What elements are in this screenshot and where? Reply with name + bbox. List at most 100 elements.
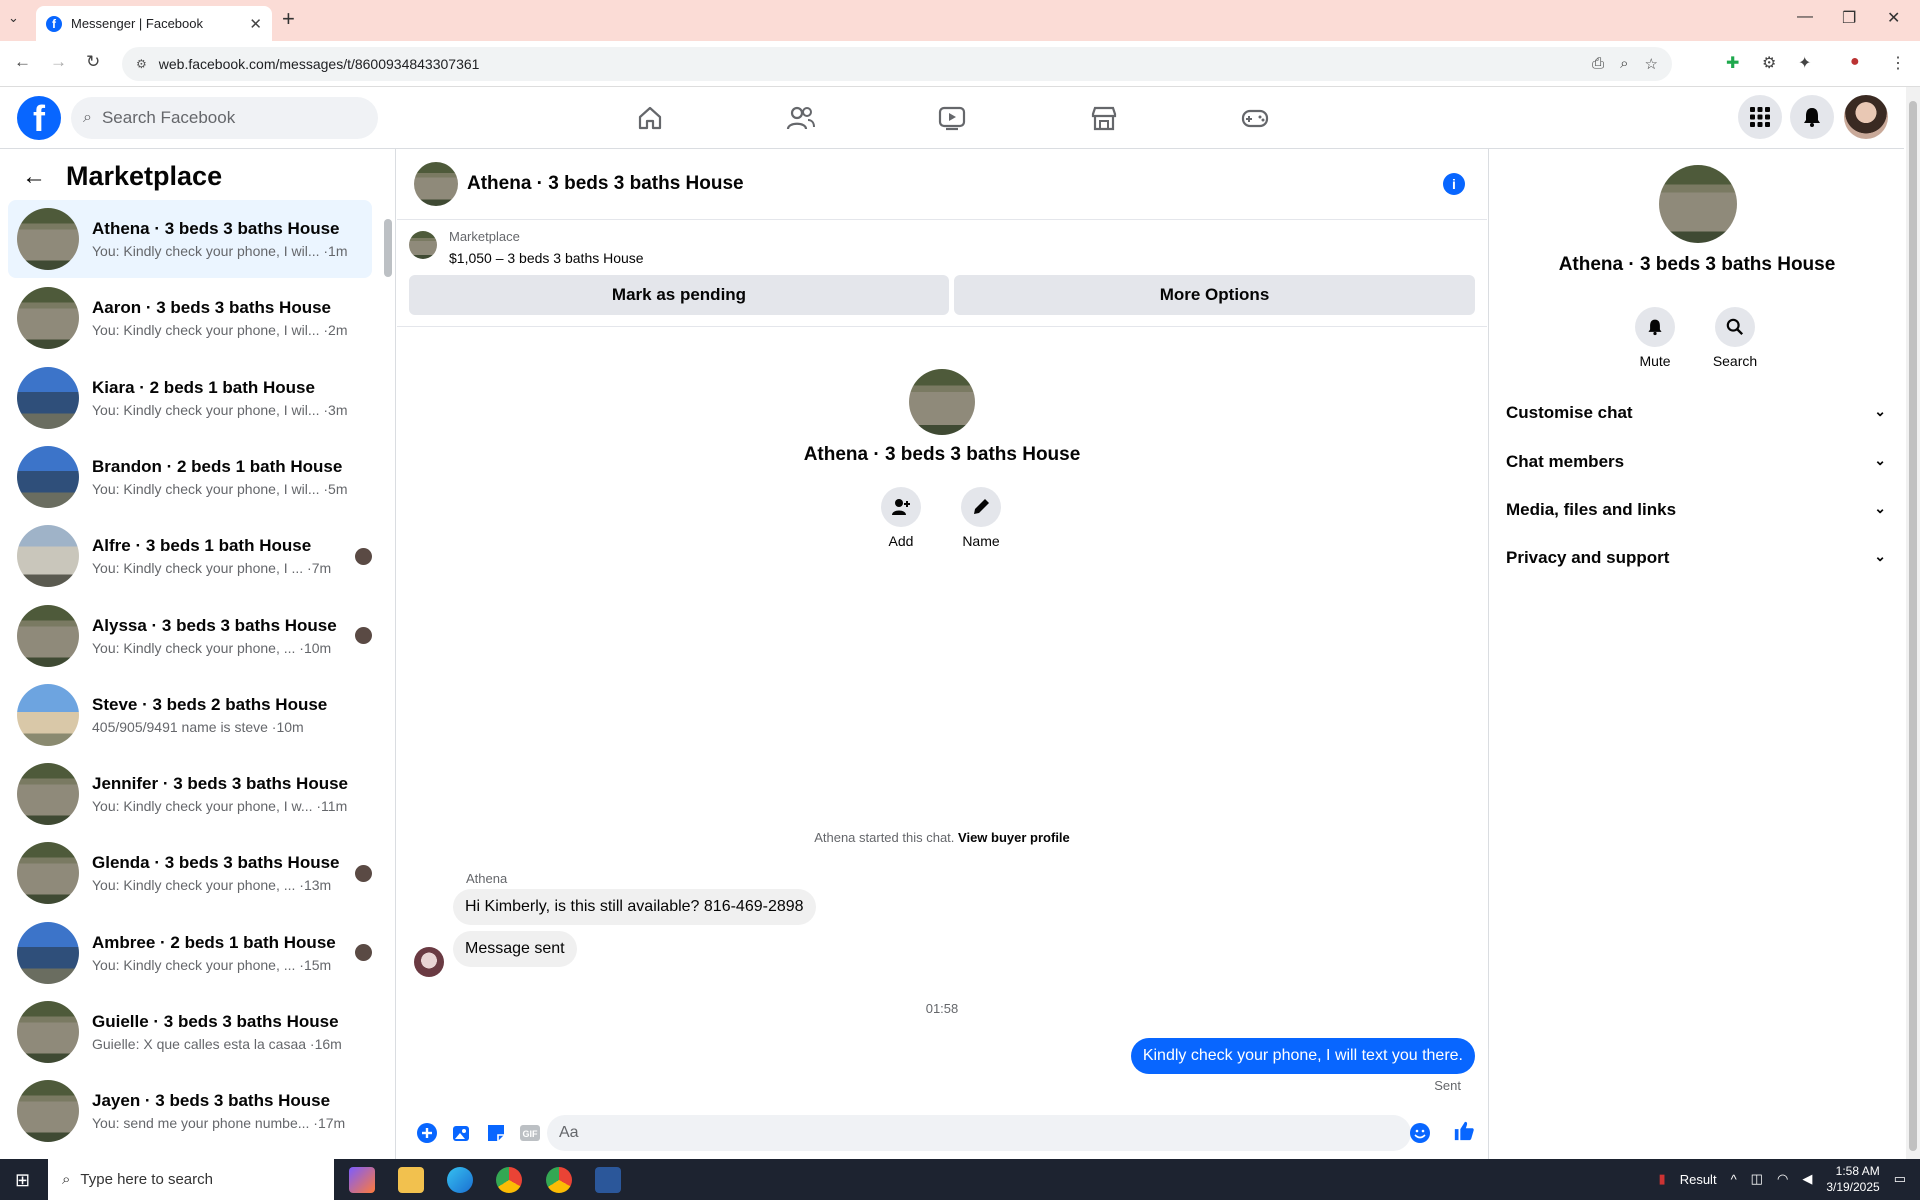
chrome-icon[interactable] — [496, 1167, 522, 1193]
incoming-message[interactable]: Message sent — [453, 931, 577, 967]
chat-avatar[interactable] — [414, 162, 458, 206]
conversation-preview: You: Kindly check your phone, ... ·13m — [92, 877, 332, 894]
conversation-item[interactable]: Glenda · 3 beds 3 baths House You: Kindly… — [8, 834, 372, 912]
thumbs-up-icon[interactable] — [1453, 1120, 1475, 1142]
install-app-icon[interactable]: ⎙ — [1592, 55, 1604, 73]
notifications-bell-icon[interactable] — [1790, 95, 1834, 139]
zoom-icon[interactable]: ⌕ — [1620, 55, 1628, 73]
mark-as-pending-button[interactable]: Mark as pending — [409, 275, 949, 315]
more-actions-plus-icon[interactable] — [416, 1122, 438, 1144]
media-files-links-section[interactable]: Media, files and links ⌄ — [1506, 500, 1886, 520]
gaming-icon[interactable] — [1238, 101, 1272, 135]
conversation-item[interactable]: Aaron · 3 beds 3 baths House You: Kindly … — [8, 279, 372, 357]
page-scrollbar-thumb[interactable] — [1909, 101, 1917, 1151]
back-icon[interactable]: ← — [14, 52, 31, 72]
close-tab-icon[interactable]: ✕ — [249, 15, 262, 33]
conversation-item[interactable]: Alfre · 3 beds 1 bath House You: Kindly c… — [8, 517, 372, 595]
browser-tab[interactable]: f Messenger | Facebook ✕ — [36, 6, 272, 41]
message-input[interactable]: Aa — [547, 1115, 1411, 1151]
outgoing-message[interactable]: Kindly check your phone, I will text you… — [1130, 1038, 1475, 1074]
conversation-item[interactable]: Steve · 3 beds 2 baths House 405/905/9491… — [8, 676, 372, 754]
emoji-icon[interactable] — [1409, 1122, 1431, 1144]
windows-start-icon[interactable]: ⊞ — [15, 1170, 30, 1191]
attach-photo-icon[interactable] — [451, 1122, 473, 1144]
result-label[interactable]: Result — [1680, 1172, 1717, 1187]
privacy-support-section[interactable]: Privacy and support ⌄ — [1506, 548, 1886, 568]
copilot-icon[interactable] — [349, 1167, 375, 1193]
sidebar-title: Marketplace — [66, 161, 223, 191]
chat-members-section[interactable]: Chat members ⌄ — [1506, 452, 1886, 472]
details-avatar[interactable] — [1659, 165, 1737, 243]
extension-icon[interactable]: ⚙ — [1762, 53, 1776, 73]
conversation-item[interactable]: Jennifer · 3 beds 3 baths House You: Kind… — [8, 755, 372, 833]
facebook-logo-icon[interactable]: f — [17, 96, 61, 140]
chat-title[interactable]: Athena · 3 beds 3 baths House — [467, 173, 744, 195]
view-buyer-profile-link[interactable]: View buyer profile — [958, 830, 1070, 845]
tab-search-icon[interactable]: ⌄ — [8, 10, 19, 26]
chat-details-panel: Athena · 3 beds 3 baths House Mute Searc… — [1488, 149, 1904, 1159]
incoming-message[interactable]: Hi Kimberly, is this still available? 81… — [453, 889, 816, 925]
sticker-icon[interactable] — [485, 1122, 507, 1144]
tray-chevron-icon[interactable]: ^ — [1731, 1172, 1737, 1187]
home-icon[interactable] — [633, 101, 667, 135]
bookmark-star-icon[interactable]: ☆ — [1645, 55, 1658, 73]
file-explorer-icon[interactable] — [398, 1167, 424, 1193]
conversation-item[interactable]: Ambree · 2 beds 1 bath House You: Kindly … — [8, 914, 372, 992]
conversation-item[interactable]: Brandon · 2 beds 1 bath House You: Kindly… — [8, 438, 372, 516]
address-bar[interactable]: ⚙ web.facebook.com/messages/t/8600934843… — [122, 47, 1672, 81]
chrome-active-icon[interactable] — [546, 1167, 572, 1193]
conversation-preview: Guielle: X que calles esta la casaa ·16m — [92, 1036, 342, 1052]
new-tab-icon[interactable]: + — [282, 6, 295, 32]
minimize-icon[interactable]: — — [1797, 8, 1813, 26]
name-label: Name — [962, 533, 1000, 549]
clock[interactable]: 1:58 AM 3/19/2025 — [1826, 1163, 1879, 1195]
extensions-puzzle-icon[interactable]: ✦ — [1798, 53, 1811, 73]
gif-icon[interactable]: GIF — [519, 1122, 541, 1144]
mute-action[interactable]: Mute — [1620, 307, 1690, 369]
taskbar-search[interactable]: ⌕ Type here to search — [48, 1159, 334, 1200]
listing-title[interactable]: $1,050 – 3 beds 3 baths House — [449, 250, 644, 266]
listing-thumbnail[interactable] — [409, 231, 437, 259]
conversation-item[interactable]: Athena · 3 beds 3 baths House You: Kindly… — [8, 200, 372, 278]
search-action[interactable]: Search — [1700, 307, 1770, 369]
more-options-button[interactable]: More Options — [954, 275, 1475, 315]
extension-plus-icon[interactable]: ✚ — [1726, 53, 1739, 73]
conversation-item[interactable]: Guielle · 3 beds 3 baths House Guielle: X… — [8, 993, 372, 1071]
marketplace-icon[interactable] — [1087, 101, 1121, 135]
info-icon[interactable]: i — [1443, 173, 1465, 195]
back-arrow-icon[interactable]: ← — [22, 163, 46, 191]
friends-icon[interactable] — [784, 101, 818, 135]
account-avatar[interactable] — [1844, 95, 1888, 139]
conversation-item[interactable]: Jayen · 3 beds 3 baths House You: send me… — [8, 1072, 372, 1150]
add-action[interactable]: Add — [871, 487, 931, 549]
volume-icon[interactable]: ◀ — [1802, 1171, 1812, 1187]
word-icon[interactable] — [595, 1167, 621, 1193]
customise-chat-section[interactable]: Customise chat ⌄ — [1506, 403, 1886, 423]
forward-icon[interactable]: → — [50, 52, 67, 72]
site-info-icon[interactable]: ⚙ — [136, 57, 147, 71]
video-icon[interactable] — [935, 101, 969, 135]
browser-menu-icon[interactable]: ⋮ — [1890, 53, 1906, 73]
sidebar-scrollbar[interactable] — [384, 219, 392, 277]
page-scrollbar[interactable] — [1906, 87, 1920, 1159]
name-action[interactable]: Name — [951, 487, 1011, 549]
profile-icon[interactable]: ● — [1850, 53, 1860, 71]
conversation-thumbnail — [17, 1080, 79, 1143]
sender-avatar[interactable] — [414, 947, 444, 977]
wifi-icon[interactable]: ◠ — [1777, 1171, 1788, 1187]
edge-icon[interactable] — [447, 1167, 473, 1193]
reload-icon[interactable]: ↻ — [86, 52, 100, 72]
network-icon[interactable]: ◫ — [1751, 1171, 1763, 1187]
profile-avatar[interactable] — [909, 369, 975, 435]
facebook-search-input[interactable]: ⌕ Search Facebook — [71, 97, 378, 139]
close-window-icon[interactable]: ✕ — [1887, 8, 1900, 28]
menu-grid-icon[interactable] — [1738, 95, 1782, 139]
conversation-name: Jennifer · 3 beds 3 baths House — [92, 774, 349, 794]
message-placeholder: Aa — [559, 1124, 579, 1141]
conversation-item[interactable]: Alyssa · 3 beds 3 baths House You: Kindly… — [8, 597, 372, 675]
notifications-icon[interactable]: ▭ — [1894, 1171, 1906, 1187]
nba-icon[interactable]: ▮ — [1659, 1171, 1666, 1187]
conversation-preview: You: send me your phone numbe... ·17m — [92, 1115, 346, 1132]
restore-icon[interactable]: ❐ — [1842, 8, 1856, 28]
conversation-item[interactable]: Kiara · 2 beds 1 bath House You: Kindly c… — [8, 359, 372, 437]
